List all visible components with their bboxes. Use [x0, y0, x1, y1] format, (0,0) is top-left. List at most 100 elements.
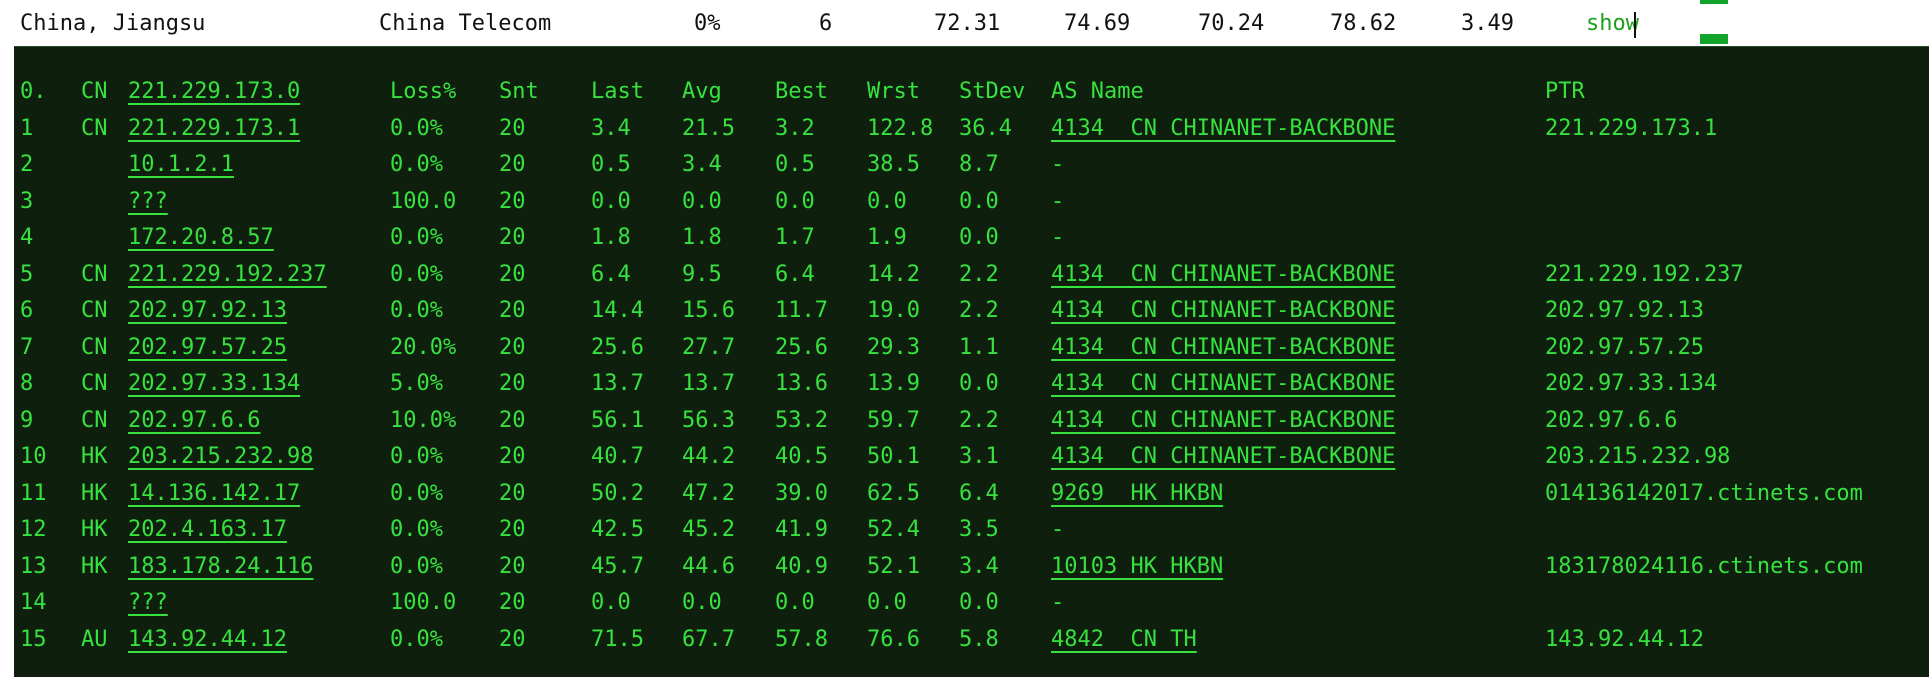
best-value: 40.5 — [775, 444, 828, 469]
last-value: 3.4 — [591, 115, 631, 141]
as-name-link: - — [1051, 152, 1065, 177]
header-last-value: Last — [591, 79, 644, 104]
best-value: 3.2 — [775, 115, 815, 141]
hop-number: 9 — [20, 407, 34, 433]
ptr-value: 202.97.92.13 — [1545, 298, 1704, 323]
stdev-value: 8.7 — [959, 152, 999, 177]
best-value: 11.7 — [775, 298, 828, 323]
loss-value: 0.0% — [390, 152, 443, 177]
host-link[interactable]: 172.20.8.57 — [128, 225, 274, 250]
loss-value: 0.0% — [390, 444, 443, 469]
host-link[interactable]: 202.97.92.13 — [128, 298, 287, 323]
country-code: AU — [81, 626, 108, 652]
as-name-link[interactable]: 4842 CN TH — [1051, 627, 1197, 652]
as-name-link: - — [1051, 590, 1065, 615]
host-link[interactable]: 183.178.24.116 — [128, 554, 313, 579]
host-link[interactable]: 14.136.142.17 — [128, 481, 300, 506]
as-name-link[interactable]: 9269 HK HKBN — [1051, 481, 1223, 506]
last-value: 56.1 — [591, 407, 644, 433]
ptr-value: 202.97.6.6 — [1545, 407, 1678, 433]
host-link[interactable]: 143.92.44.12 — [128, 627, 287, 652]
host-link[interactable]: ??? — [128, 590, 168, 615]
summary-last: 72.31 — [934, 11, 1001, 36]
header-host-link[interactable]: 221.229.173.0 — [128, 79, 300, 104]
hop-number: 2 — [20, 152, 34, 177]
stdev-value: 5.8 — [959, 626, 999, 652]
loss-value: 0.0% — [390, 626, 443, 652]
hop-number: 1 — [20, 115, 34, 141]
host-link[interactable]: 203.215.232.98 — [128, 444, 313, 469]
hop-row: 3??? 100.0 20 0.0 0.0 0.0 0.0 0.0 - — [14, 186, 1929, 222]
as-name-link: - — [1051, 188, 1065, 214]
country-code: CN — [81, 115, 108, 141]
hop-row: 5 CN 221.229.192.237 0.0% 20 6.4 9.5 6.4 14.2 2.2… — [14, 259, 1929, 295]
country-code: CN — [81, 261, 108, 287]
host-link[interactable]: 202.97.57.25 — [128, 335, 287, 360]
loss-value: 0.0% — [390, 261, 443, 287]
stdev-value: 0.0 — [959, 225, 999, 250]
as-name-link[interactable]: 4134 CN CHINANET-BACKBONE — [1051, 262, 1395, 287]
loss-value: 10.0% — [390, 407, 457, 433]
worst-value: 0.0 — [867, 590, 907, 615]
hop-row: 11 HK 14.136.142.17 0.0% 20 50.2 47.2 39.0 62.5 6… — [14, 478, 1929, 514]
summary-stdev: 3.49 — [1461, 11, 1514, 36]
host-link[interactable]: 221.229.192.237 — [128, 262, 327, 287]
hop-row: 10 HK 203.215.232.98 0.0% 20 40.7 44.2 40.5 50.1… — [14, 441, 1929, 477]
worst-value: 29.3 — [867, 334, 920, 360]
stdev-value: 6.4 — [959, 480, 999, 506]
host-link[interactable]: 202.4.163.17 — [128, 517, 287, 542]
host-link[interactable]: ??? — [128, 189, 168, 214]
last-value: 40.7 — [591, 444, 644, 469]
hop-number: 5 — [20, 261, 34, 287]
as-name-link[interactable]: 4134 CN CHINANET-BACKBONE — [1051, 116, 1395, 141]
avg-value: 9.5 — [682, 261, 722, 287]
avg-value: 44.6 — [682, 553, 735, 579]
last-value: 45.7 — [591, 553, 644, 579]
host-link[interactable]: 202.97.33.134 — [128, 371, 300, 396]
sent-value: 20 — [499, 115, 526, 141]
avg-value: 67.7 — [682, 626, 735, 652]
hop-row: 7 CN 202.97.57.25 20.0% 20 25.6 27.7 25.6 29.3 1.… — [14, 332, 1929, 368]
stdev-value: 2.2 — [959, 261, 999, 287]
worst-value: 14.2 — [867, 261, 920, 287]
loss-value: 20.0% — [390, 334, 457, 360]
host-link[interactable]: 221.229.173.1 — [128, 116, 300, 141]
sent-value: 20 — [499, 225, 526, 250]
header-ptr-value: PTR — [1545, 79, 1585, 104]
loss-value: 100.0 — [390, 188, 457, 214]
last-value: 6.4 — [591, 261, 631, 287]
stdev-value: 3.5 — [959, 517, 999, 542]
host-link[interactable]: 10.1.2.1 — [128, 152, 234, 177]
country-code: CN — [81, 334, 108, 360]
hop-row: 14??? 100.0 20 0.0 0.0 0.0 0.0 0.0 - — [14, 587, 1929, 623]
best-value: 25.6 — [775, 334, 828, 360]
worst-value: 52.1 — [867, 553, 920, 579]
last-value: 0.5 — [591, 152, 631, 177]
avg-value: 47.2 — [682, 480, 735, 506]
host-link[interactable]: 202.97.6.6 — [128, 408, 260, 433]
as-name-link[interactable]: 4134 CN CHINANET-BACKBONE — [1051, 408, 1395, 433]
sent-value: 20 — [499, 553, 526, 579]
ptr-value: 221.229.192.237 — [1545, 261, 1744, 287]
country-code: HK — [81, 480, 108, 506]
as-name-link[interactable]: 4134 CN CHINANET-BACKBONE — [1051, 298, 1395, 323]
stdev-value: 0.0 — [959, 371, 999, 396]
hop-number: 14 — [20, 590, 47, 615]
as-name-link[interactable]: 4134 CN CHINANET-BACKBONE — [1051, 335, 1395, 360]
as-name-link[interactable]: 4134 CN CHINANET-BACKBONE — [1051, 371, 1395, 396]
worst-value: 76.6 — [867, 626, 920, 652]
best-value: 0.0 — [775, 188, 815, 214]
show-route-link[interactable]: show — [1586, 11, 1639, 36]
best-value: 57.8 — [775, 626, 828, 652]
stdev-value: 0.0 — [959, 188, 999, 214]
header-sent-value: Snt — [499, 79, 539, 104]
country-code: HK — [81, 444, 108, 469]
best-value: 0.0 — [775, 590, 815, 615]
mtr-trace-panel: 0. CN 221.229.173.0 Loss% Snt Last Avg Best Wrst… — [14, 46, 1929, 677]
sent-value: 20 — [499, 444, 526, 469]
as-name-link[interactable]: 4134 CN CHINANET-BACKBONE — [1051, 444, 1395, 469]
as-name-link[interactable]: 10103 HK HKBN — [1051, 554, 1223, 579]
hop-number: 15 — [20, 626, 47, 652]
best-value: 0.5 — [775, 152, 815, 177]
location-text: China, Jiangsu — [20, 11, 206, 36]
